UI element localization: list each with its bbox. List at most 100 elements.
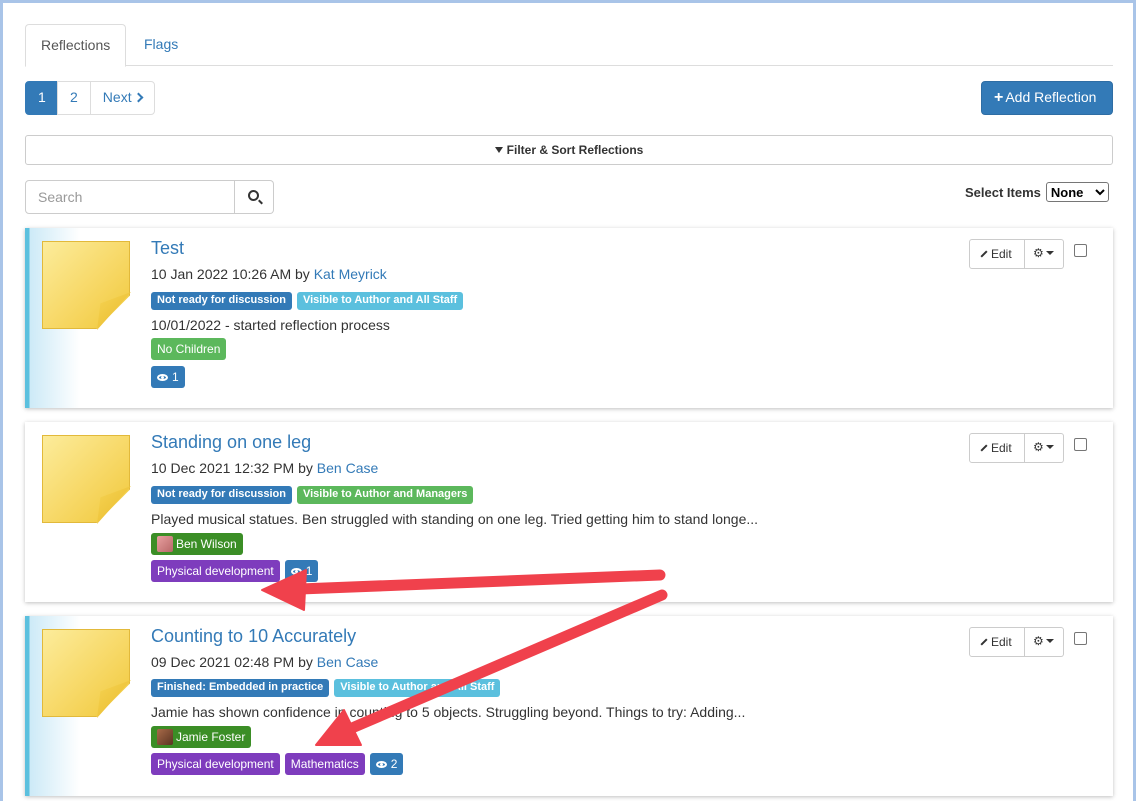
avatar — [157, 729, 173, 745]
reflection-date: 10 Dec 2021 12:32 PM — [151, 460, 295, 476]
card-actions: Edit ⚙ — [969, 239, 1064, 269]
page-2-button[interactable]: 2 — [57, 81, 91, 115]
edit-label: Edit — [991, 635, 1012, 649]
next-page-button[interactable]: Next — [89, 81, 155, 115]
views-badge: 2 — [369, 753, 404, 775]
children-row: Jamie Foster — [151, 726, 252, 748]
caret-down-icon — [1045, 639, 1054, 643]
reflection-meta: 09 Dec 2021 02:48 PM by Ben Case — [151, 654, 378, 670]
status-row: Not ready for discussion Visible to Auth… — [151, 486, 474, 504]
eye-icon — [375, 760, 387, 768]
views-count: 2 — [390, 757, 398, 771]
area-tag: Mathematics — [284, 753, 365, 775]
status-row: Not ready for discussion Visible to Auth… — [151, 292, 464, 310]
card-actions: Edit ⚙ — [969, 433, 1064, 463]
chevron-right-icon — [133, 92, 144, 103]
by-text: by — [298, 654, 313, 670]
reflection-description: Played musical statues. Ben struggled wi… — [151, 511, 759, 527]
views-badge: 1 — [151, 366, 185, 388]
status-badge: Finished: Embedded in practice — [151, 679, 330, 697]
sticky-note-icon — [42, 241, 130, 329]
reflection-date: 09 Dec 2021 02:48 PM — [151, 654, 295, 670]
search-input[interactable] — [25, 180, 236, 214]
add-reflection-button[interactable]: + Add Reflection — [981, 81, 1113, 115]
views-count: 1 — [172, 370, 179, 384]
reflection-title[interactable]: Counting to 10 Accurately — [151, 626, 356, 647]
reflection-meta: 10 Dec 2021 12:32 PM by Ben Case — [151, 460, 378, 476]
area-tag: Physical development — [151, 753, 280, 775]
reflection-description: Jamie has shown confidence in counting t… — [151, 704, 746, 720]
visibility-badge: Visible to Author and All Staff — [334, 679, 501, 697]
filter-icon — [494, 147, 503, 153]
settings-dropdown-button[interactable]: ⚙ — [1025, 433, 1064, 463]
author-link[interactable]: Ben Case — [317, 460, 378, 476]
child-name: Ben Wilson — [176, 537, 237, 551]
filter-sort-button[interactable]: Filter & Sort Reflections — [25, 135, 1113, 165]
reflection-card: Test 10 Jan 2022 10:26 AM by Kat Meyrick… — [25, 228, 1113, 408]
area-tag: Physical development — [151, 560, 280, 582]
search-button[interactable] — [235, 180, 274, 214]
settings-dropdown-button[interactable]: ⚙ — [1025, 239, 1064, 269]
select-checkbox[interactable] — [1074, 438, 1087, 451]
pencil-icon — [980, 638, 988, 646]
children-row: No Children — [151, 338, 227, 360]
tags-row: Physical development Mathematics 2 — [151, 753, 404, 775]
visibility-badge: Visible to Author and All Staff — [296, 292, 464, 310]
pencil-icon — [980, 444, 988, 452]
edit-button[interactable]: Edit — [969, 627, 1025, 657]
visibility-badge: Visible to Author and Managers — [296, 486, 474, 504]
card-actions: Edit ⚙ — [969, 627, 1064, 657]
by-text: by — [298, 460, 313, 476]
status-row: Finished: Embedded in practice Visible t… — [151, 679, 501, 697]
select-items-dropdown[interactable]: None — [1045, 182, 1109, 202]
status-badge: Not ready for discussion — [151, 486, 292, 504]
gear-icon: ⚙ — [1033, 246, 1044, 260]
reflection-card: Counting to 10 Accurately 09 Dec 2021 02… — [25, 616, 1113, 796]
gear-icon: ⚙ — [1033, 440, 1044, 454]
edit-label: Edit — [991, 441, 1012, 455]
reflection-meta: 10 Jan 2022 10:26 AM by Kat Meyrick — [151, 266, 387, 282]
views-badge: 1 — [284, 560, 319, 582]
tab-reflections[interactable]: Reflections — [25, 24, 126, 67]
tab-flags[interactable]: Flags — [129, 24, 193, 66]
tab-bar: Reflections Flags — [25, 24, 1113, 67]
select-checkbox[interactable] — [1074, 244, 1087, 257]
settings-dropdown-button[interactable]: ⚙ — [1025, 627, 1064, 657]
plus-icon: + — [994, 89, 1004, 106]
caret-down-icon — [1045, 445, 1054, 449]
child-name: Jamie Foster — [176, 730, 246, 744]
select-checkbox[interactable] — [1074, 632, 1087, 645]
by-text: by — [295, 266, 310, 282]
edit-button[interactable]: Edit — [969, 433, 1025, 463]
select-items-label: Select Items — [965, 184, 1041, 200]
sticky-note-icon — [42, 435, 130, 523]
children-row: Ben Wilson — [151, 533, 243, 555]
search-group — [25, 180, 274, 214]
search-icon — [248, 190, 260, 201]
page-1-button[interactable]: 1 — [25, 81, 58, 115]
child-tag[interactable]: Jamie Foster — [151, 726, 252, 748]
child-tag[interactable]: Ben Wilson — [151, 533, 243, 555]
sticky-note-icon — [42, 629, 130, 717]
edit-button[interactable]: Edit — [969, 239, 1025, 269]
author-link[interactable]: Ben Case — [317, 654, 378, 670]
select-items-control: Select Items None — [965, 181, 1109, 203]
tags-row: Physical development 1 — [151, 560, 319, 582]
caret-down-icon — [1045, 251, 1054, 255]
eye-icon — [290, 567, 302, 575]
reflection-title[interactable]: Standing on one leg — [151, 432, 311, 453]
status-badge: Not ready for discussion — [151, 292, 292, 310]
pencil-icon — [980, 250, 988, 258]
no-children-tag: No Children — [151, 338, 227, 360]
reflection-title[interactable]: Test — [151, 238, 184, 259]
reflection-card: Standing on one leg 10 Dec 2021 12:32 PM… — [25, 422, 1113, 602]
add-reflection-label: Add Reflection — [1005, 89, 1097, 105]
filter-label: Filter & Sort Reflections — [506, 143, 644, 157]
gear-icon: ⚙ — [1033, 634, 1044, 648]
pagination: 1 2 Next — [25, 81, 155, 115]
next-label: Next — [102, 89, 132, 105]
author-link[interactable]: Kat Meyrick — [314, 266, 387, 282]
avatar — [157, 536, 173, 552]
reflection-date: 10 Jan 2022 10:26 AM — [151, 266, 292, 282]
views-count: 1 — [305, 564, 313, 578]
